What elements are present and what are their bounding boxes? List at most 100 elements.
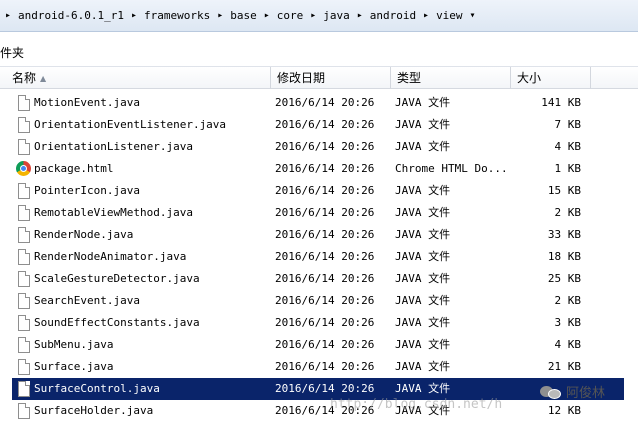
file-name: SurfaceHolder.java [34, 404, 154, 417]
sort-ascending-icon: ▲ [40, 74, 47, 83]
chevron-down-icon[interactable]: ▾ [465, 10, 481, 21]
file-date: 2016/6/14 20:26 [275, 272, 375, 285]
file-row[interactable]: SubMenu.java 2016/6/14 20:26 JAVA 文件 4 KB [12, 334, 624, 356]
file-icon [18, 271, 30, 287]
file-row[interactable]: SoundEffectConstants.java 2016/6/14 20:26… [12, 312, 624, 334]
file-icon [18, 403, 30, 419]
chevron-right-icon[interactable]: ▸ [259, 10, 275, 21]
breadcrumb-item[interactable]: base [228, 9, 259, 22]
file-date: 2016/6/14 20:26 [275, 294, 375, 307]
file-size: 18 KB [547, 250, 581, 263]
file-date: 2016/6/14 20:26 [275, 96, 375, 109]
watermark-brand-name: 阿俊林 [566, 386, 606, 401]
file-row[interactable]: OrientationListener.java 2016/6/14 20:26 J… [12, 136, 624, 158]
file-date: 2016/6/14 20:26 [275, 118, 375, 131]
column-date[interactable]: 修改日期 [270, 67, 390, 89]
file-type: JAVA 文件 [395, 250, 451, 263]
file-size: 21 KB [547, 360, 581, 373]
column-type[interactable]: 类型 [390, 67, 510, 89]
column-filler [590, 67, 638, 89]
file-size: 12 KB [547, 404, 581, 417]
chevron-right-icon[interactable]: ▸ [418, 10, 434, 21]
file-row[interactable]: PointerIcon.java 2016/6/14 20:26 JAVA 文件 15… [12, 180, 624, 202]
chevron-right-icon[interactable]: ▸ [212, 10, 228, 21]
file-row[interactable]: SearchEvent.java 2016/6/14 20:26 JAVA 文件 2 … [12, 290, 624, 312]
file-row[interactable]: Surface.java 2016/6/14 20:26 JAVA 文件 21 KB [12, 356, 624, 378]
file-type: JAVA 文件 [395, 184, 451, 197]
file-name: OrientationEventListener.java [34, 118, 227, 131]
file-row[interactable]: SurfaceHolder.java 2016/6/14 20:26 JAVA 文件… [12, 400, 624, 422]
file-type: JAVA 文件 [395, 294, 451, 307]
file-name: PointerIcon.java [34, 184, 140, 197]
chevron-right-icon[interactable]: ▸ [126, 10, 142, 21]
file-row[interactable]: package.html 2016/6/14 20:26 Chrome HTML D… [12, 158, 624, 180]
toolbar-folder-label[interactable]: 件夹 [0, 44, 24, 61]
file-size: 4 KB [554, 338, 582, 351]
file-name: Surface.java [34, 360, 114, 373]
file-size: 1 KB [554, 162, 582, 175]
file-icon [18, 315, 30, 331]
file-name: SubMenu.java [34, 338, 114, 351]
breadcrumb-item[interactable]: core [275, 9, 306, 22]
breadcrumb-item[interactable]: android [368, 9, 418, 22]
column-size-label: 大小 [517, 71, 542, 85]
file-name: RenderNode.java [34, 228, 134, 241]
file-type: Chrome HTML Do... [395, 162, 508, 175]
file-name: SurfaceControl.java [34, 382, 160, 395]
breadcrumb-item[interactable]: android-6.0.1_r1 [16, 9, 126, 22]
file-date: 2016/6/14 20:26 [275, 184, 375, 197]
file-icon [18, 337, 30, 353]
file-size: 33 KB [547, 228, 581, 241]
file-date: 2016/6/14 20:26 [275, 316, 375, 329]
breadcrumb-item[interactable]: view [434, 9, 465, 22]
file-icon [18, 227, 30, 243]
file-date: 2016/6/14 20:26 [275, 140, 375, 153]
file-size: 4 KB [554, 140, 582, 153]
file-name: RenderNodeAnimator.java [34, 250, 187, 263]
file-row[interactable]: RenderNode.java 2016/6/14 20:26 JAVA 文件 33 … [12, 224, 624, 246]
file-icon [18, 95, 30, 111]
file-icon [18, 183, 30, 199]
column-header: 名称 ▲ 修改日期 类型 大小 [0, 66, 638, 89]
file-name: RemotableViewMethod.java [34, 206, 193, 219]
file-icon [18, 249, 30, 265]
file-size: 2 KB [554, 294, 582, 307]
chevron-right-icon[interactable]: ▸ [0, 10, 16, 21]
file-row[interactable]: ScaleGestureDetector.java 2016/6/14 20:26… [12, 268, 624, 290]
file-row[interactable]: OrientationEventListener.java 2016/6/14 2… [12, 114, 624, 136]
chrome-icon [16, 161, 31, 176]
file-type: JAVA 文件 [395, 338, 451, 351]
file-name: MotionEvent.java [34, 96, 140, 109]
file-size: 2 KB [554, 206, 582, 219]
file-size: 15 KB [547, 184, 581, 197]
column-name[interactable]: 名称 ▲ [6, 67, 270, 89]
file-type: JAVA 文件 [395, 96, 451, 109]
file-name: SoundEffectConstants.java [34, 316, 200, 329]
file-row[interactable]: SurfaceControl.java 2016/6/14 20:26 JAVA 文… [12, 378, 624, 400]
file-row[interactable]: MotionEvent.java 2016/6/14 20:26 JAVA 文件 14… [12, 92, 624, 114]
address-bar[interactable]: ▸ android-6.0.1_r1 ▸ frameworks ▸ base ▸ core ▸ j… [0, 0, 638, 32]
file-icon [18, 205, 30, 221]
wechat-icon [540, 384, 562, 400]
file-icon [18, 117, 30, 133]
file-row[interactable]: RemotableViewMethod.java 2016/6/14 20:26 J… [12, 202, 624, 224]
column-type-label: 类型 [397, 71, 422, 85]
file-name: ScaleGestureDetector.java [34, 272, 200, 285]
file-icon [18, 381, 30, 397]
file-name: OrientationListener.java [34, 140, 193, 153]
chevron-right-icon[interactable]: ▸ [352, 10, 368, 21]
file-row[interactable]: RenderNodeAnimator.java 2016/6/14 20:26 JA… [12, 246, 624, 268]
breadcrumb-item[interactable]: java [321, 9, 352, 22]
breadcrumb-item[interactable]: frameworks [142, 9, 212, 22]
chevron-right-icon[interactable]: ▸ [305, 10, 321, 21]
column-name-label: 名称 [12, 71, 37, 85]
file-icon [18, 139, 30, 155]
file-type: JAVA 文件 [395, 118, 451, 131]
file-icon [18, 293, 30, 309]
file-type: JAVA 文件 [395, 140, 451, 153]
watermark-brand: 阿俊林 [540, 382, 605, 401]
column-date-label: 修改日期 [277, 71, 326, 85]
toolbar: 件夹 [0, 33, 638, 65]
column-size[interactable]: 大小 [510, 67, 590, 89]
file-date: 2016/6/14 20:26 [275, 338, 375, 351]
